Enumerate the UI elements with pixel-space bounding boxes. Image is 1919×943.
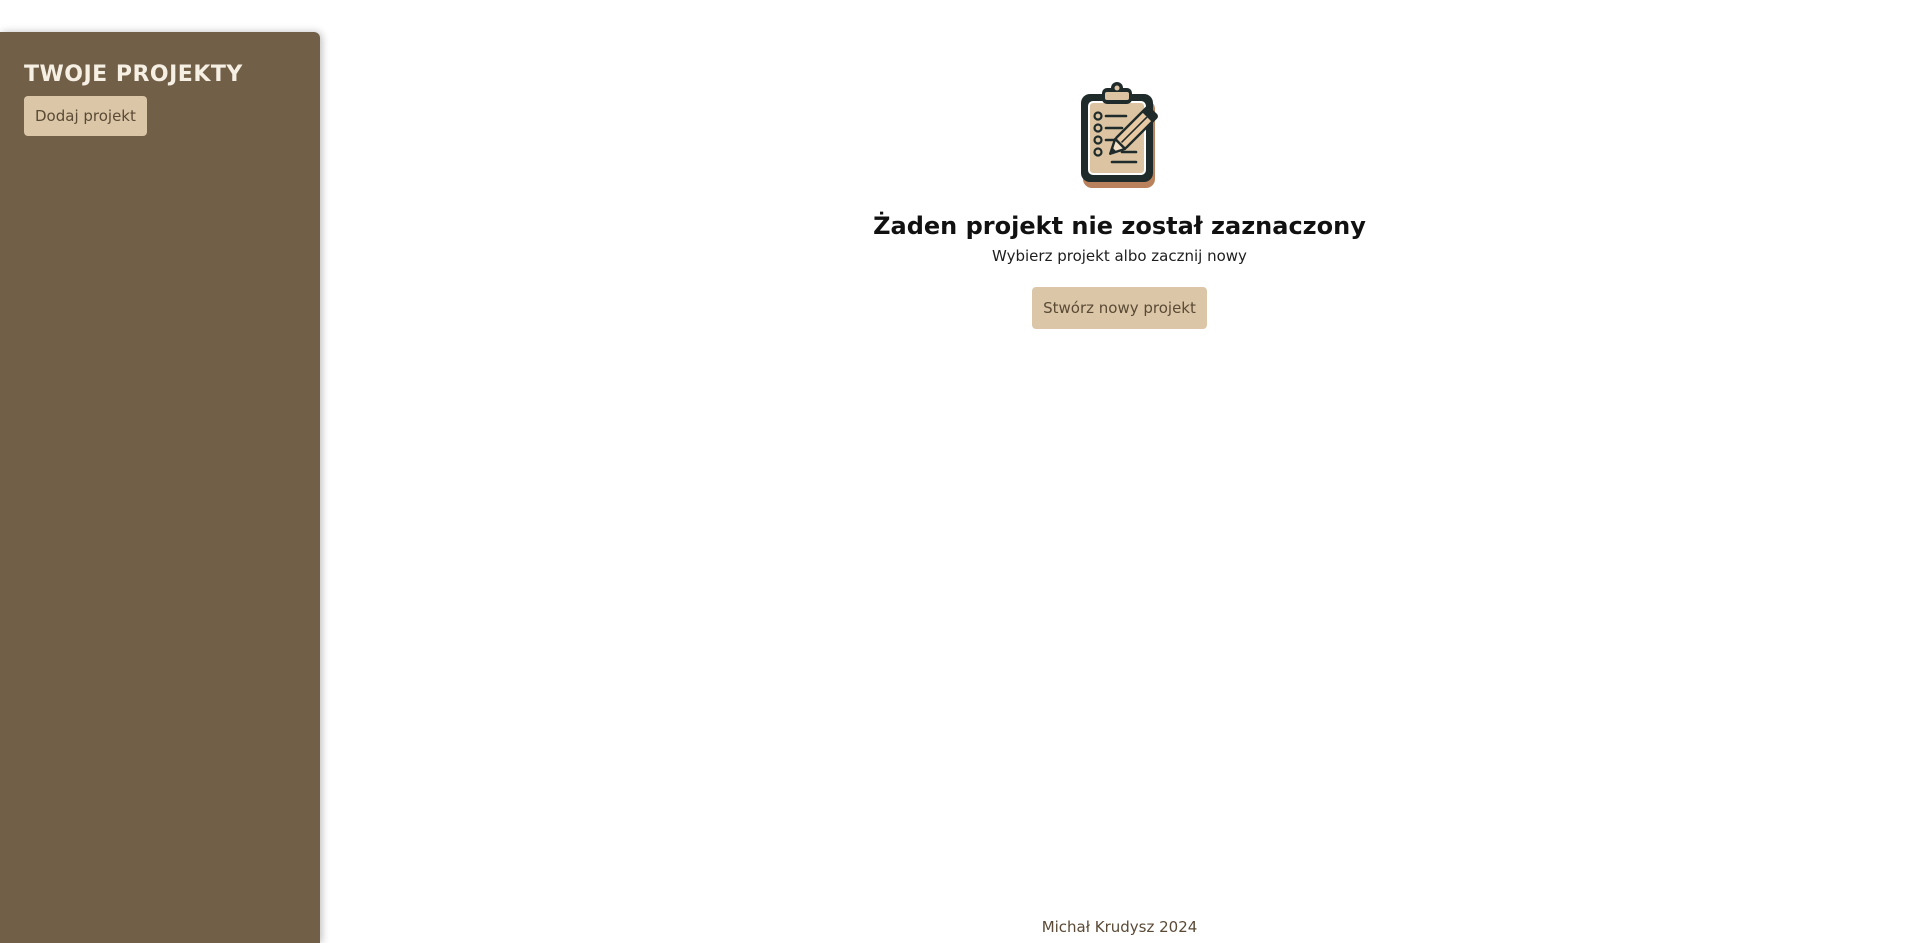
main-content: Żaden projekt nie został zaznaczony Wybi… — [320, 0, 1919, 943]
empty-state: Żaden projekt nie został zaznaczony Wybi… — [770, 80, 1470, 329]
create-project-button[interactable]: Stwórz nowy projekt — [1032, 286, 1207, 329]
empty-state-title: Żaden projekt nie został zaznaczony — [873, 212, 1366, 240]
sidebar-title: TWOJE PROJEKTY — [24, 62, 243, 87]
sidebar: TWOJE PROJEKTY Dodaj projekt — [0, 32, 320, 943]
add-project-button[interactable]: Dodaj projekt — [24, 96, 147, 137]
clipboard-pencil-icon — [1078, 80, 1162, 192]
footer-credit: Michał Krudysz 2024 — [1041, 918, 1198, 936]
app: TWOJE PROJEKTY Dodaj projekt Żaden proje… — [0, 0, 1919, 943]
empty-state-subtitle: Wybierz projekt albo zacznij nowy — [992, 246, 1247, 265]
